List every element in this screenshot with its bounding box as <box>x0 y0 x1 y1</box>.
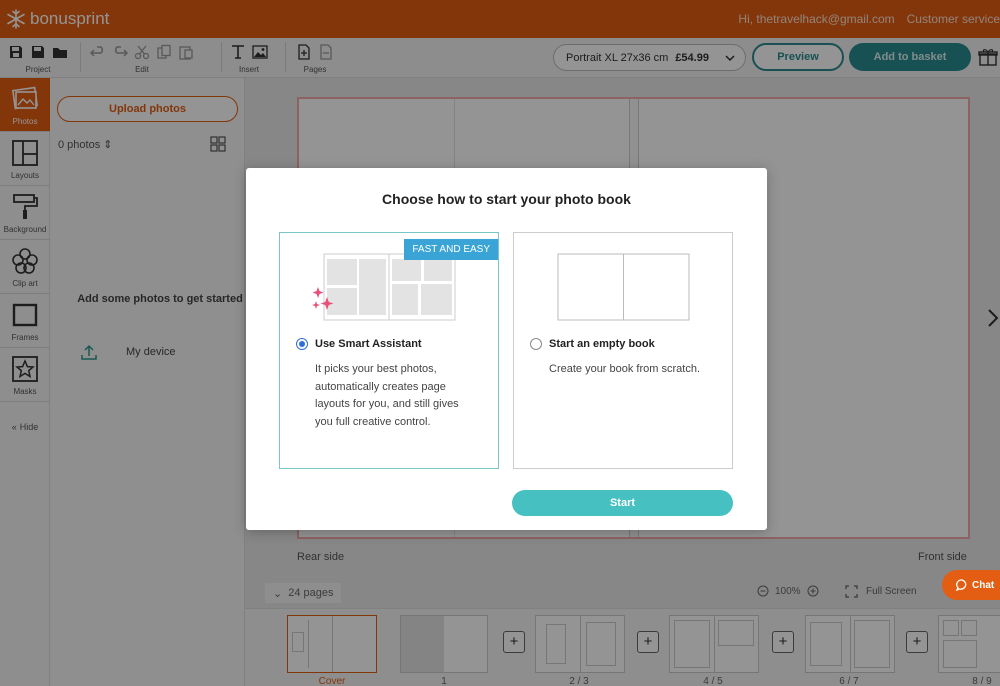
smart-assistant-title: Use Smart Assistant <box>315 338 422 350</box>
fast-and-easy-badge: FAST AND EASY <box>404 239 498 260</box>
start-book-dialog: Choose how to start your photo book FAST… <box>246 168 767 530</box>
empty-book-option[interactable]: Start an empty book Create your book fro… <box>513 232 733 469</box>
smart-assistant-option[interactable]: FAST AND EASY Use Smart Assistant It pic… <box>279 232 499 469</box>
empty-book-illustration <box>557 253 690 321</box>
chat-button[interactable]: Chat <box>942 570 1000 600</box>
empty-book-title: Start an empty book <box>549 338 655 350</box>
empty-book-radio[interactable] <box>530 338 542 350</box>
chat-label: Chat <box>972 579 995 591</box>
start-button[interactable]: Start <box>512 490 733 516</box>
empty-book-description: Create your book from scratch. <box>549 363 701 375</box>
dialog-title: Choose how to start your photo book <box>382 191 631 207</box>
smart-assistant-description: It picks your best photos, automatically… <box>315 363 459 428</box>
smart-assistant-illustration <box>312 253 456 321</box>
smart-assistant-radio[interactable] <box>296 338 308 350</box>
chat-bubble-icon <box>956 579 967 591</box>
